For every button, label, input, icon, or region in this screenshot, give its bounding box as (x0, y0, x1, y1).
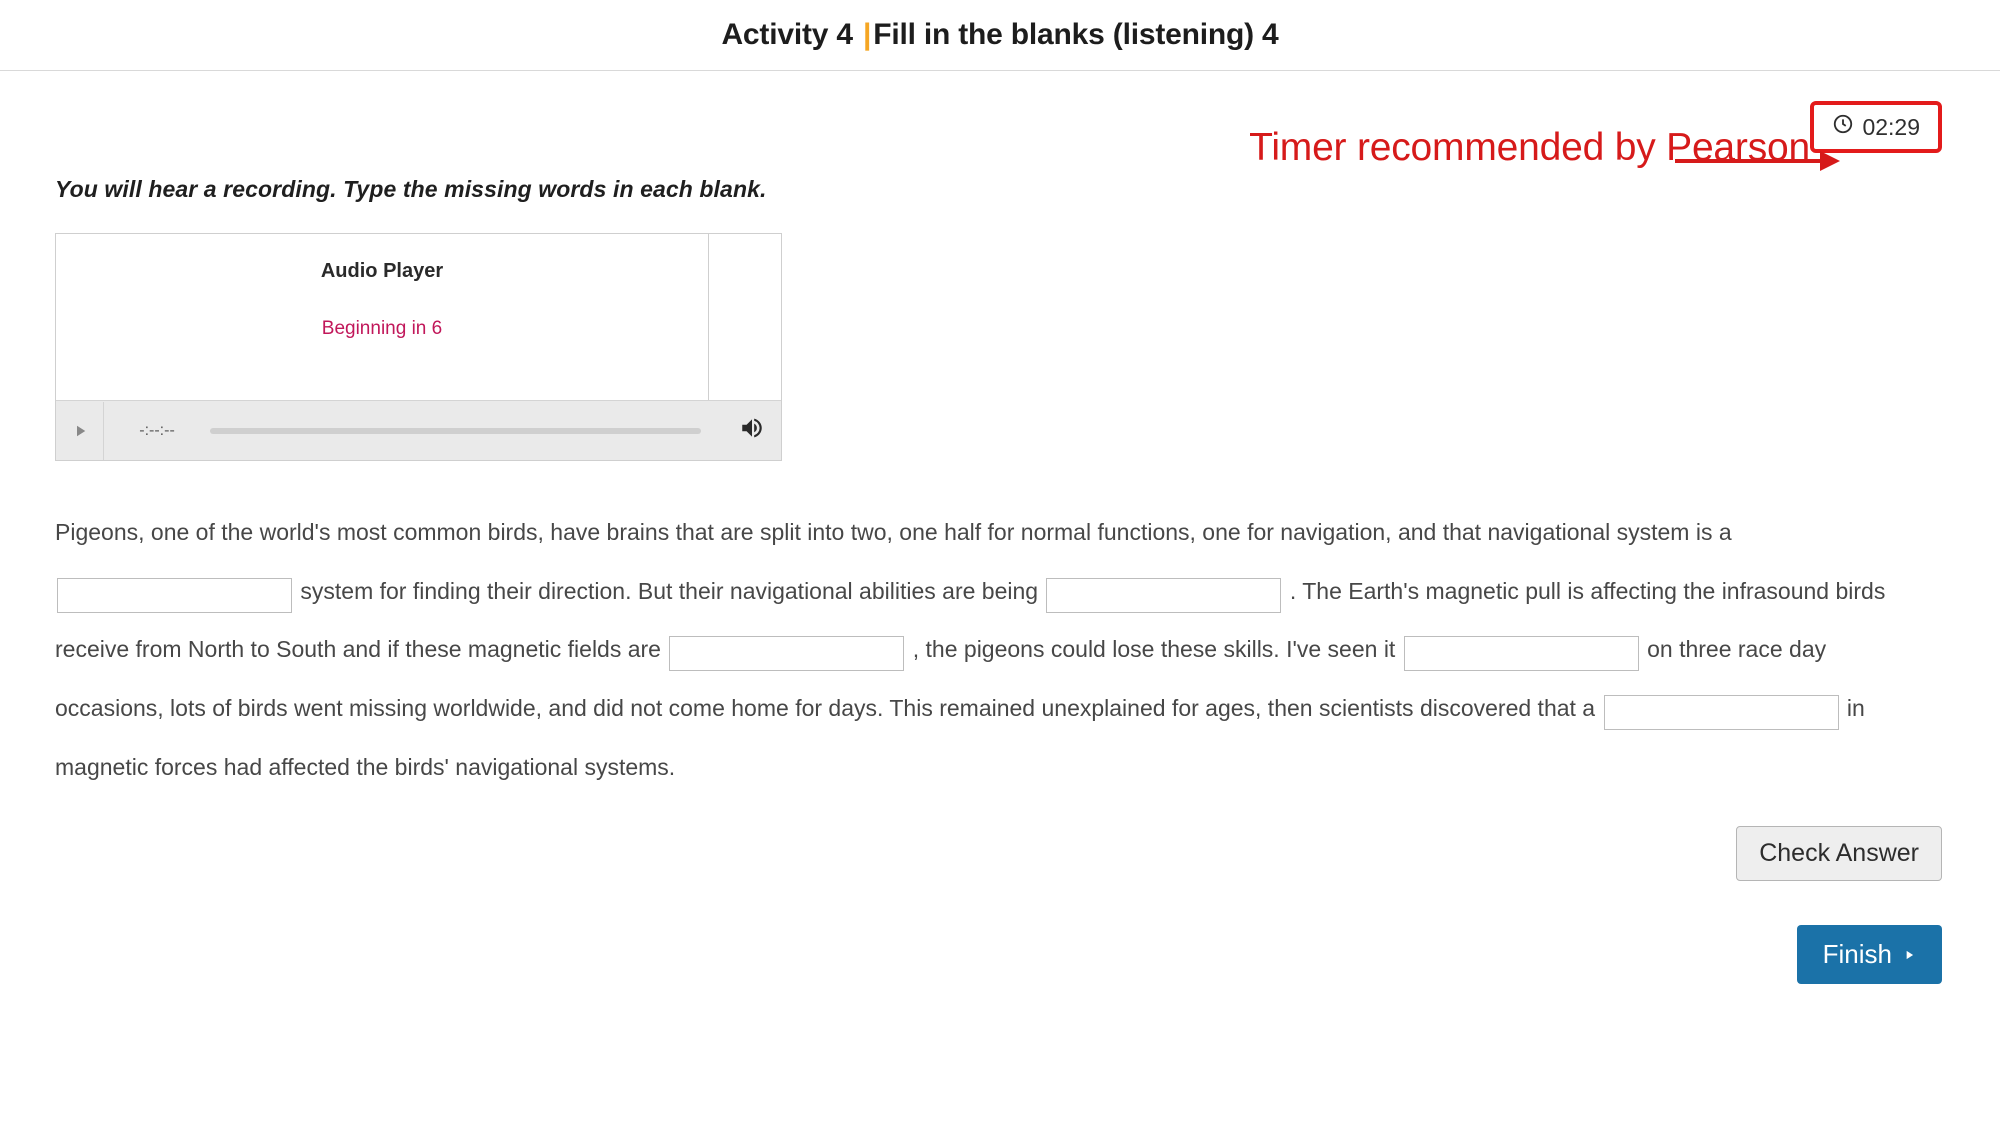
audio-player-title: Audio Player (68, 260, 696, 283)
header-bar: Activity 4 |Fill in the blanks (listenin… (0, 0, 2000, 71)
passage-text: Pigeons, one of the world's most common … (55, 503, 1925, 796)
page-title: Activity 4 |Fill in the blanks (listenin… (0, 18, 2000, 52)
arrow-icon (1670, 141, 1840, 181)
blank-input-4[interactable] (1404, 636, 1639, 671)
timer-value: 02:29 (1862, 114, 1920, 141)
finish-button-label: Finish (1823, 939, 1892, 970)
clock-icon (1832, 113, 1854, 141)
audio-countdown: Beginning in 6 (68, 318, 696, 340)
play-button[interactable] (56, 402, 104, 460)
blank-input-1[interactable] (57, 578, 292, 613)
passage-segment: , the pigeons could lose these skills. I… (913, 636, 1402, 662)
audio-time-display: -:--:-- (122, 422, 192, 440)
audio-progress-track[interactable] (210, 428, 701, 434)
audio-controls: -:--:-- (56, 400, 781, 460)
blank-input-5[interactable] (1604, 695, 1839, 730)
activity-prefix: Activity 4 (721, 18, 861, 51)
passage-segment: system for finding their direction. But … (300, 578, 1044, 604)
activity-title: Fill in the blanks (listening) 4 (873, 18, 1278, 51)
blank-input-3[interactable] (669, 636, 904, 671)
accent-pipe: | (863, 18, 871, 51)
blank-input-2[interactable] (1046, 578, 1281, 613)
chevron-right-icon (1902, 946, 1916, 964)
finish-button[interactable]: Finish (1797, 925, 1942, 984)
audio-player: Audio Player Beginning in 6 -:--:-- (55, 233, 782, 461)
volume-icon[interactable] (739, 415, 765, 446)
check-answer-button[interactable]: Check Answer (1736, 826, 1942, 881)
audio-side-panel (709, 234, 781, 400)
passage-segment: Pigeons, one of the world's most common … (55, 519, 1732, 545)
instruction-text: You will hear a recording. Type the miss… (55, 176, 1945, 203)
